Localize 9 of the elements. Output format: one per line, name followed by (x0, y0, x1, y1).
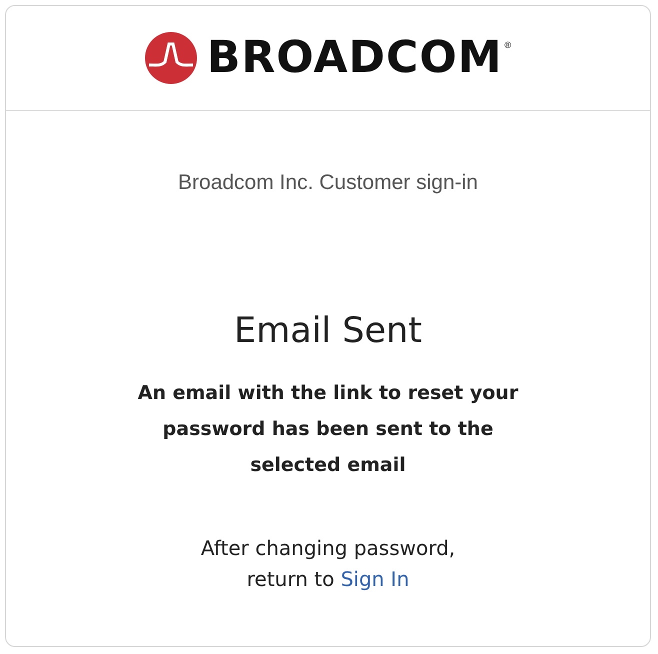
heading: Email Sent (234, 311, 422, 351)
message: An email with the link to reset your password has been sent to the selected email (136, 381, 520, 478)
subtitle: Broadcom Inc. Customer sign-in (178, 171, 478, 195)
logo-icon (144, 32, 197, 84)
footer-text: After changing password, (200, 535, 456, 562)
registered-mark: ® (504, 40, 512, 50)
logo-text: BROADCOM (206, 36, 503, 80)
footer-text: return to (246, 567, 334, 591)
sign-in-link[interactable]: Sign In (340, 567, 410, 591)
